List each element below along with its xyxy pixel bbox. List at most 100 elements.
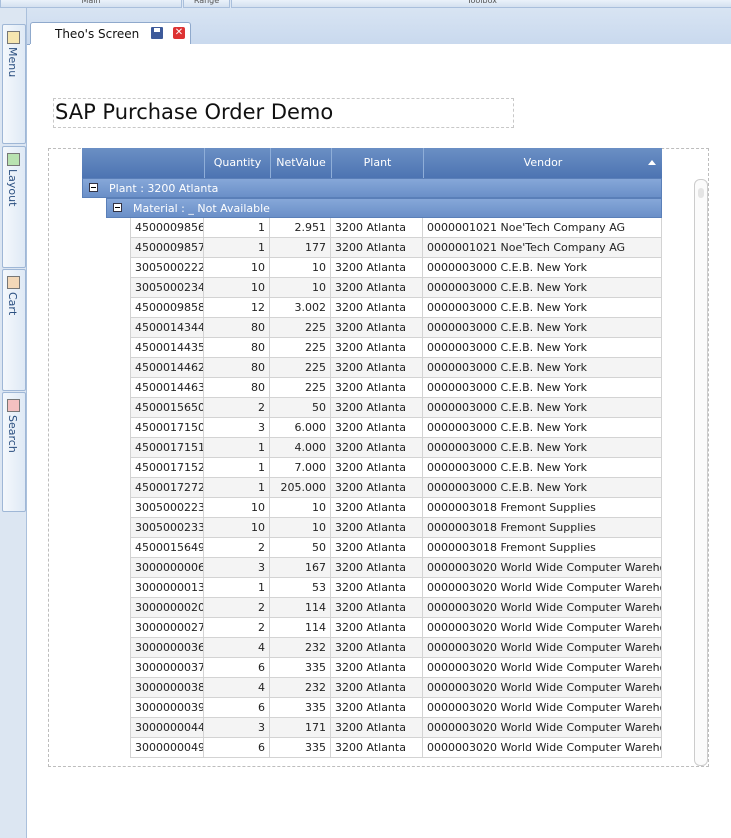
side-tab-menu[interactable]: Menu xyxy=(2,24,26,144)
netvalue-cell: 50 xyxy=(270,398,331,418)
po-number-cell: 4500015649 xyxy=(130,538,204,558)
netvalue-cell: 3.002 xyxy=(270,298,331,318)
netvalue-cell: 53 xyxy=(270,578,331,598)
table-row[interactable]: 3005000234 10 10 3200 Atlanta 0000003000 C.E… xyxy=(130,278,662,298)
table-row[interactable]: 4500017151 1 4.000 3200 Atlanta 0000003000 C… xyxy=(130,438,662,458)
netvalue-cell: 335 xyxy=(270,658,331,678)
scrollbar-thumb[interactable] xyxy=(698,188,704,198)
table-row[interactable]: 4500015649 2 50 3200 Atlanta 0000003018 Frem… xyxy=(130,538,662,558)
table-row[interactable]: 4500017152 1 7.000 3200 Atlanta 0000003000 C… xyxy=(130,458,662,478)
plant-cell: 3200 Atlanta xyxy=(331,258,423,278)
quantity-cell: 10 xyxy=(204,518,270,538)
group-label-plant: Plant : 3200 Atlanta xyxy=(109,182,219,195)
plant-cell: 3200 Atlanta xyxy=(331,318,423,338)
vendor-cell: 0000003020 World Wide Computer Warehouse xyxy=(423,738,662,758)
vendor-cell: 0000003020 World Wide Computer Warehouse xyxy=(423,618,662,638)
group-row-plant[interactable]: Plant : 3200 Atlanta xyxy=(82,178,662,198)
table-row[interactable]: 3000000037 6 335 3200 Atlanta 0000003020 Wor… xyxy=(130,658,662,678)
table-row[interactable]: 3000000044 3 171 3200 Atlanta 0000003020 Wor… xyxy=(130,718,662,738)
netvalue-cell: 10 xyxy=(270,518,331,538)
vendor-cell: 0000003018 Fremont Supplies xyxy=(423,498,662,518)
table-row[interactable]: 4500014463 80 225 3200 Atlanta 0000003000 C.… xyxy=(130,378,662,398)
table-row[interactable]: 3000000013 1 53 3200 Atlanta 0000003020 Worl… xyxy=(130,578,662,598)
quantity-cell: 3 xyxy=(204,558,270,578)
table-row[interactable]: 3000000006 3 167 3200 Atlanta 0000003020 Wor… xyxy=(130,558,662,578)
table-row[interactable]: 3000000039 6 335 3200 Atlanta 0000003020 Wor… xyxy=(130,698,662,718)
tab-theos-screen[interactable]: Theo's Screen ✕ xyxy=(30,22,191,45)
collapse-icon[interactable] xyxy=(89,183,98,192)
quantity-cell: 2 xyxy=(204,598,270,618)
ribbon-group-main[interactable]: Main xyxy=(0,0,182,8)
vendor-cell: 0000003020 World Wide Computer Warehouse xyxy=(423,578,662,598)
vendor-cell: 0000003020 World Wide Computer Warehouse xyxy=(423,698,662,718)
table-row[interactable]: 3005000222 10 10 3200 Atlanta 0000003000 C.E… xyxy=(130,258,662,278)
quantity-cell: 2 xyxy=(204,398,270,418)
plant-cell: 3200 Atlanta xyxy=(331,398,423,418)
save-icon[interactable] xyxy=(151,27,163,39)
plant-cell: 3200 Atlanta xyxy=(331,578,423,598)
vertical-scrollbar[interactable] xyxy=(694,179,708,766)
table-row[interactable]: 4500009856 1 2.951 3200 Atlanta 0000001021 N… xyxy=(130,218,662,238)
column-header-vendor[interactable]: Vendor xyxy=(424,148,662,178)
collapse-icon[interactable] xyxy=(113,203,122,212)
ribbon-group-range[interactable]: Range xyxy=(183,0,230,8)
po-number-cell: 4500017272 xyxy=(130,478,204,498)
table-row[interactable]: 3000000036 4 232 3200 Atlanta 0000003020 Wor… xyxy=(130,638,662,658)
layout-icon xyxy=(7,153,20,166)
column-header-po-number[interactable] xyxy=(82,148,205,178)
table-row[interactable]: 3000000020 2 114 3200 Atlanta 0000003020 Wor… xyxy=(130,598,662,618)
table-row[interactable]: 3000000049 6 335 3200 Atlanta 0000003020 Wor… xyxy=(130,738,662,758)
plant-cell: 3200 Atlanta xyxy=(331,618,423,638)
netvalue-cell: 167 xyxy=(270,558,331,578)
table-row[interactable]: 4500017150 3 6.000 3200 Atlanta 0000003000 C… xyxy=(130,418,662,438)
vendor-cell: 0000003020 World Wide Computer Warehouse xyxy=(423,638,662,658)
column-header-plant[interactable]: Plant xyxy=(332,148,424,178)
table-row[interactable]: 4500009857 1 177 3200 Atlanta 0000001021 Noe… xyxy=(130,238,662,258)
netvalue-cell: 10 xyxy=(270,278,331,298)
po-number-cell: 3000000037 xyxy=(130,658,204,678)
po-number-cell: 3000000020 xyxy=(130,598,204,618)
vendor-cell: 0000003000 C.E.B. New York xyxy=(423,478,662,498)
table-row[interactable]: 3005000233 10 10 3200 Atlanta 0000003018 Fre… xyxy=(130,518,662,538)
netvalue-cell: 232 xyxy=(270,638,331,658)
table-row[interactable]: 3005000223 10 10 3200 Atlanta 0000003018 Fre… xyxy=(130,498,662,518)
ribbon-group-toolbox[interactable]: Toolbox xyxy=(231,0,731,8)
group-row-material[interactable]: Material : _ Not Available xyxy=(106,198,662,218)
side-tab-search[interactable]: Search xyxy=(2,392,26,512)
quantity-cell: 10 xyxy=(204,278,270,298)
quantity-cell: 1 xyxy=(204,478,270,498)
vendor-cell: 0000003000 C.E.B. New York xyxy=(423,338,662,358)
po-number-cell: 3005000222 xyxy=(130,258,204,278)
table-row[interactable]: 4500015650 2 50 3200 Atlanta 0000003000 C.E.… xyxy=(130,398,662,418)
netvalue-cell: 335 xyxy=(270,698,331,718)
table-row[interactable]: 4500009858 12 3.002 3200 Atlanta 0000003000 … xyxy=(130,298,662,318)
netvalue-cell: 225 xyxy=(270,318,331,338)
quantity-cell: 4 xyxy=(204,638,270,658)
quantity-cell: 6 xyxy=(204,738,270,758)
netvalue-cell: 10 xyxy=(270,498,331,518)
po-number-cell: 3005000234 xyxy=(130,278,204,298)
po-number-cell: 3000000013 xyxy=(130,578,204,598)
vendor-cell: 0000003000 C.E.B. New York xyxy=(423,278,662,298)
netvalue-cell: 2.951 xyxy=(270,218,331,238)
table-row[interactable]: 4500014435 80 225 3200 Atlanta 0000003000 C.… xyxy=(130,338,662,358)
column-header-netvalue[interactable]: NetValue xyxy=(271,148,332,178)
quantity-cell: 2 xyxy=(204,618,270,638)
plant-cell: 3200 Atlanta xyxy=(331,438,423,458)
table-row[interactable]: 3000000038 4 232 3200 Atlanta 0000003020 Wor… xyxy=(130,678,662,698)
side-tab-cart[interactable]: Cart xyxy=(2,269,26,391)
table-row[interactable]: 4500014462 80 225 3200 Atlanta 0000003000 C.… xyxy=(130,358,662,378)
quantity-cell: 6 xyxy=(204,698,270,718)
netvalue-cell: 225 xyxy=(270,378,331,398)
side-tab-layout[interactable]: Layout xyxy=(2,146,26,268)
close-icon[interactable]: ✕ xyxy=(173,27,185,39)
table-row[interactable]: 4500017272 1 205.000 3200 Atlanta 0000003000… xyxy=(130,478,662,498)
table-row[interactable]: 3000000027 2 114 3200 Atlanta 0000003020 Wor… xyxy=(130,618,662,638)
table-row[interactable]: 4500014344 80 225 3200 Atlanta 0000003000 C.… xyxy=(130,318,662,338)
quantity-cell: 12 xyxy=(204,298,270,318)
quantity-cell: 10 xyxy=(204,498,270,518)
column-header-quantity[interactable]: Quantity xyxy=(205,148,271,178)
po-number-cell: 3000000036 xyxy=(130,638,204,658)
netvalue-cell: 7.000 xyxy=(270,458,331,478)
po-number-cell: 3000000049 xyxy=(130,738,204,758)
